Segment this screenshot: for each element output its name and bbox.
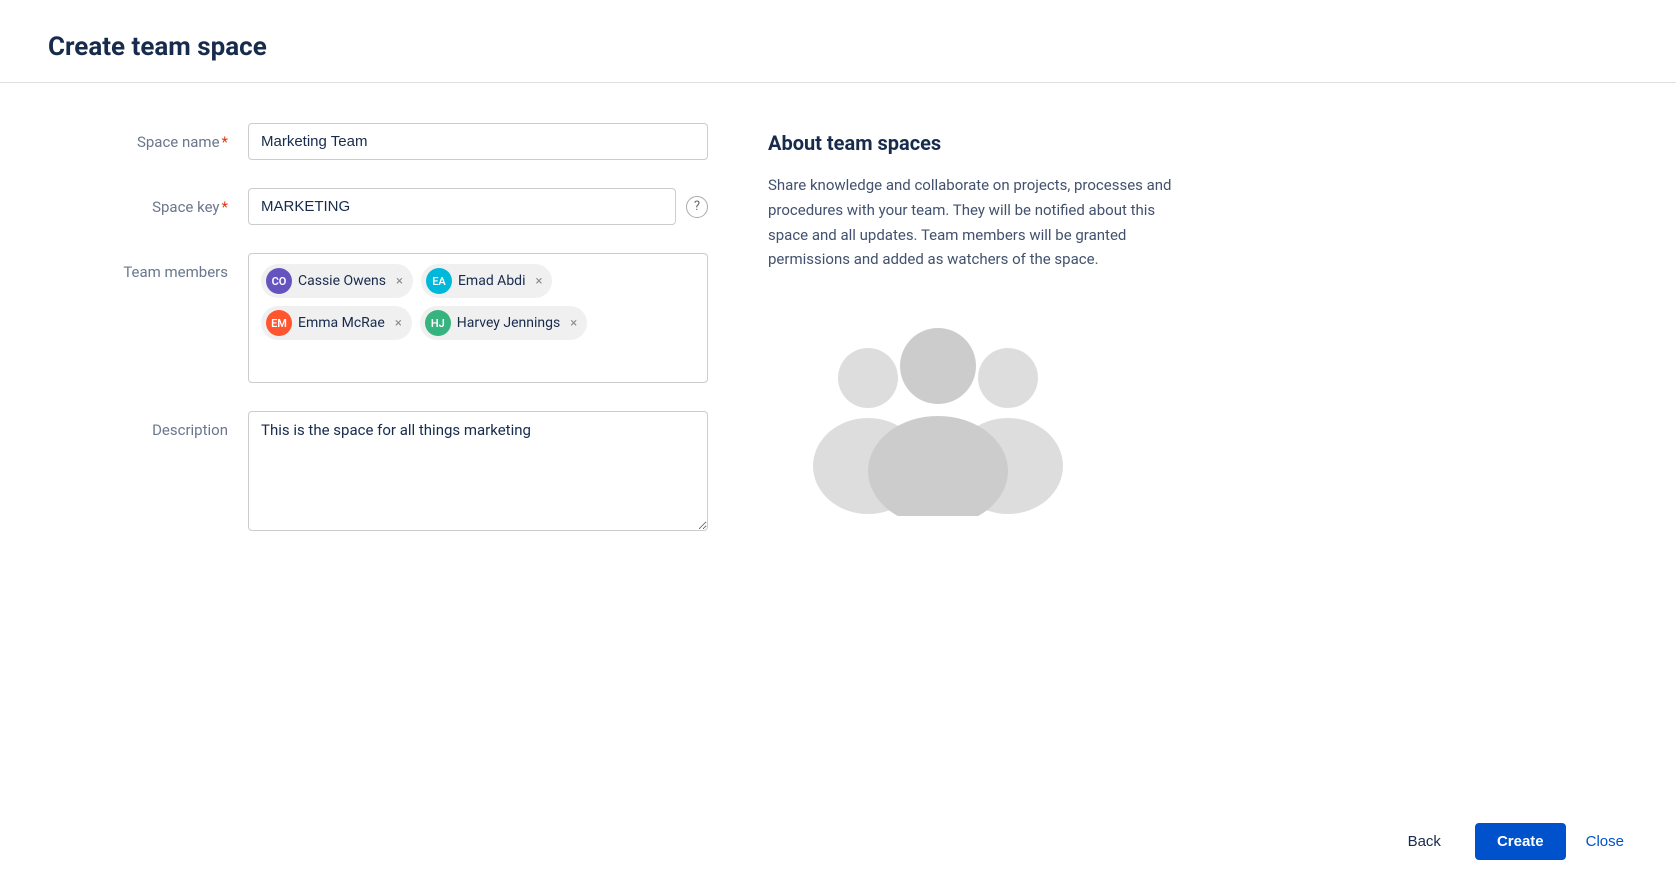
info-title: About team spaces [768, 131, 1628, 155]
back-button[interactable]: Back [1390, 823, 1459, 860]
space-key-row: Space key* ? [48, 188, 708, 225]
space-name-label: Space name* [48, 123, 248, 151]
info-section: About team spaces Share knowledge and co… [768, 123, 1628, 795]
create-team-space-dialog: Create team space Space name* Space key*… [0, 0, 1676, 892]
description-input[interactable]: This is the space for all things marketi… [248, 411, 708, 531]
description-row: Description This is the space for all th… [48, 411, 708, 531]
space-key-input[interactable] [248, 188, 676, 225]
remove-harvey-button[interactable]: × [570, 317, 577, 330]
required-star: * [222, 133, 228, 151]
member-tag-cassie: CO Cassie Owens × [261, 264, 413, 298]
space-name-input[interactable] [248, 123, 708, 160]
team-members-row: Team members CO Cassie Owens × EA Emad A… [48, 253, 708, 383]
avatar-emad: EA [426, 268, 452, 294]
description-label: Description [48, 411, 248, 439]
member-name-cassie: Cassie Owens [298, 273, 386, 289]
member-name-harvey: Harvey Jennings [457, 315, 560, 331]
space-key-label: Space key* [48, 188, 248, 216]
dialog-body: Space name* Space key* ? Team members [0, 83, 1676, 795]
avatar-harvey: HJ [425, 310, 451, 336]
avatar-emma: EM [266, 310, 292, 336]
space-name-row: Space name* [48, 123, 708, 160]
dialog-header: Create team space [0, 0, 1676, 83]
remove-emad-button[interactable]: × [535, 275, 542, 288]
team-illustration [768, 296, 1628, 520]
remove-cassie-button[interactable]: × [396, 275, 403, 288]
member-tag-harvey: HJ Harvey Jennings × [420, 306, 587, 340]
team-members-box[interactable]: CO Cassie Owens × EA Emad Abdi × EM Emma… [248, 253, 708, 383]
dialog-footer: Back Create Close [0, 795, 1676, 892]
member-name-emma: Emma McRae [298, 315, 385, 331]
member-tag-emad: EA Emad Abdi × [421, 264, 552, 298]
illustration-svg [768, 296, 1108, 516]
avatar-cassie: CO [266, 268, 292, 294]
member-tag-emma: EM Emma McRae × [261, 306, 412, 340]
space-key-wrapper: ? [248, 188, 708, 225]
required-star-key: * [222, 198, 228, 216]
close-button[interactable]: Close [1582, 823, 1628, 860]
member-name-emad: Emad Abdi [458, 273, 526, 289]
info-body: Share knowledge and collaborate on proje… [768, 173, 1188, 272]
create-button[interactable]: Create [1475, 823, 1566, 860]
team-members-label: Team members [48, 253, 248, 281]
form-section: Space name* Space key* ? Team members [48, 123, 708, 795]
help-icon[interactable]: ? [686, 196, 708, 218]
remove-emma-button[interactable]: × [395, 317, 402, 330]
dialog-title: Create team space [48, 32, 1628, 62]
